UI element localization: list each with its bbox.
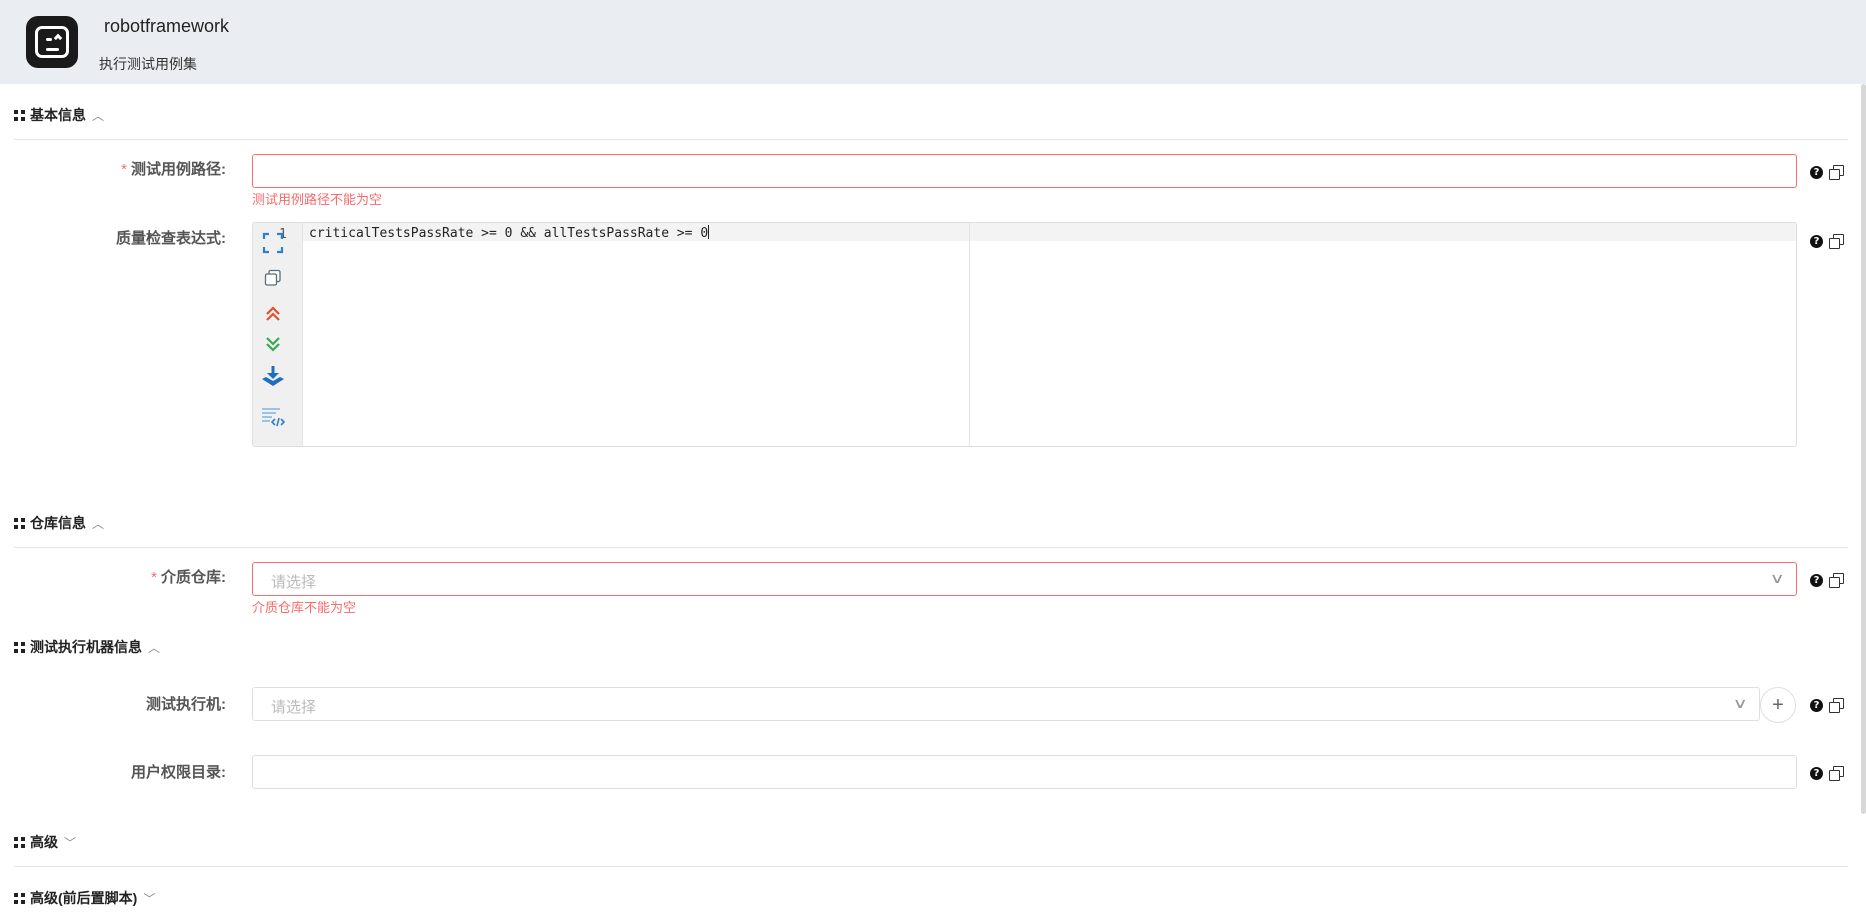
artifact-repo-error: 介质仓库不能为空 [252,600,357,615]
fold-all-icon[interactable] [261,302,285,326]
chevron-up-icon: ︿ [148,640,161,655]
select-placeholder: 请选择 [271,699,317,716]
help-icon[interactable]: ? [1810,573,1823,587]
section-basic-info[interactable]: 基本信息 ︿ [14,104,104,126]
artifact-repo-select[interactable]: 请选择 ∨ [252,562,1797,596]
required-mark: * [121,161,127,178]
section-divider [14,139,1848,140]
help-icon[interactable]: ? [1810,165,1823,179]
copy-icon[interactable] [1829,766,1844,781]
chevron-up-icon: ︿ [92,108,105,123]
copy-icon[interactable] [1829,573,1844,588]
section-executor-info[interactable]: 测试执行机器信息 ︿ [14,636,160,658]
section-divider [14,547,1848,548]
section-advanced-scripts[interactable]: 高级(前后置脚本) ﹀ [14,887,155,909]
copy-icon[interactable] [1829,698,1844,713]
section-title: 测试执行机器信息 [30,639,142,655]
unfold-all-icon[interactable] [261,332,285,356]
required-mark: * [151,569,157,586]
executor-label: 测试执行机: [146,696,226,713]
user-dir-input[interactable] [252,755,1797,789]
code-editor[interactable]: 1 criticalTestsPassRate >= 0 && allTests… [252,222,1797,447]
section-divider [14,866,1848,867]
grid-icon [14,892,25,904]
grid-icon [14,517,25,529]
section-title: 高级(前后置脚本) [30,890,138,906]
copy-code-icon[interactable] [261,266,285,290]
download-icon[interactable] [261,365,285,389]
test-path-actions: ? [1810,165,1844,180]
chevron-down-icon: ∨ [1732,695,1748,711]
copy-icon[interactable] [1829,165,1844,180]
page-scrollbar[interactable] [1861,84,1866,814]
fullscreen-icon[interactable] [261,231,285,255]
section-repo-info[interactable]: 仓库信息 ︿ [14,512,104,534]
select-placeholder: 请选择 [271,574,317,591]
test-path-label: * 测试用例路径: [121,161,226,178]
format-code-icon[interactable] [261,406,285,430]
help-icon[interactable]: ? [1810,234,1823,248]
grid-icon [14,109,25,121]
section-advanced[interactable]: 高级 ﹀ [14,831,76,853]
user-dir-label: 用户权限目录: [131,764,226,781]
artifact-repo-label: * 介质仓库: [151,569,226,586]
section-title: 仓库信息 [30,515,86,531]
quality-expr-actions: ? [1810,234,1844,249]
add-executor-button[interactable]: + [1760,687,1796,723]
app-subtitle: 执行测试用例集 [99,56,197,72]
chevron-down-icon: ﹀ [64,835,77,850]
grid-icon [14,836,25,848]
executor-actions: ? [1810,698,1844,713]
chevron-up-icon: ︿ [92,516,105,531]
artifact-repo-actions: ? [1810,573,1844,588]
quality-expr-label: 质量检查表达式: [116,230,226,247]
copy-icon[interactable] [1829,234,1844,249]
user-dir-actions: ? [1810,766,1844,781]
executor-select[interactable]: 请选择 ∨ [252,687,1760,721]
robotframework-logo-icon [26,16,78,68]
test-path-error: 测试用例路径不能为空 [252,192,383,207]
chevron-down-icon: ∨ [1769,570,1785,586]
test-path-input[interactable] [252,154,1797,188]
help-icon[interactable]: ? [1810,766,1823,780]
chevron-down-icon: ﹀ [143,891,156,906]
grid-icon [14,641,25,653]
section-title: 基本信息 [30,107,86,123]
section-title: 高级 [30,834,58,850]
app-name: robotframework [104,16,230,36]
code-line[interactable]: criticalTestsPassRate >= 0 && allTestsPa… [309,225,710,241]
print-margin [969,223,970,446]
help-icon[interactable]: ? [1810,698,1823,712]
app-header: robotframework 执行测试用例集 [0,0,1866,84]
